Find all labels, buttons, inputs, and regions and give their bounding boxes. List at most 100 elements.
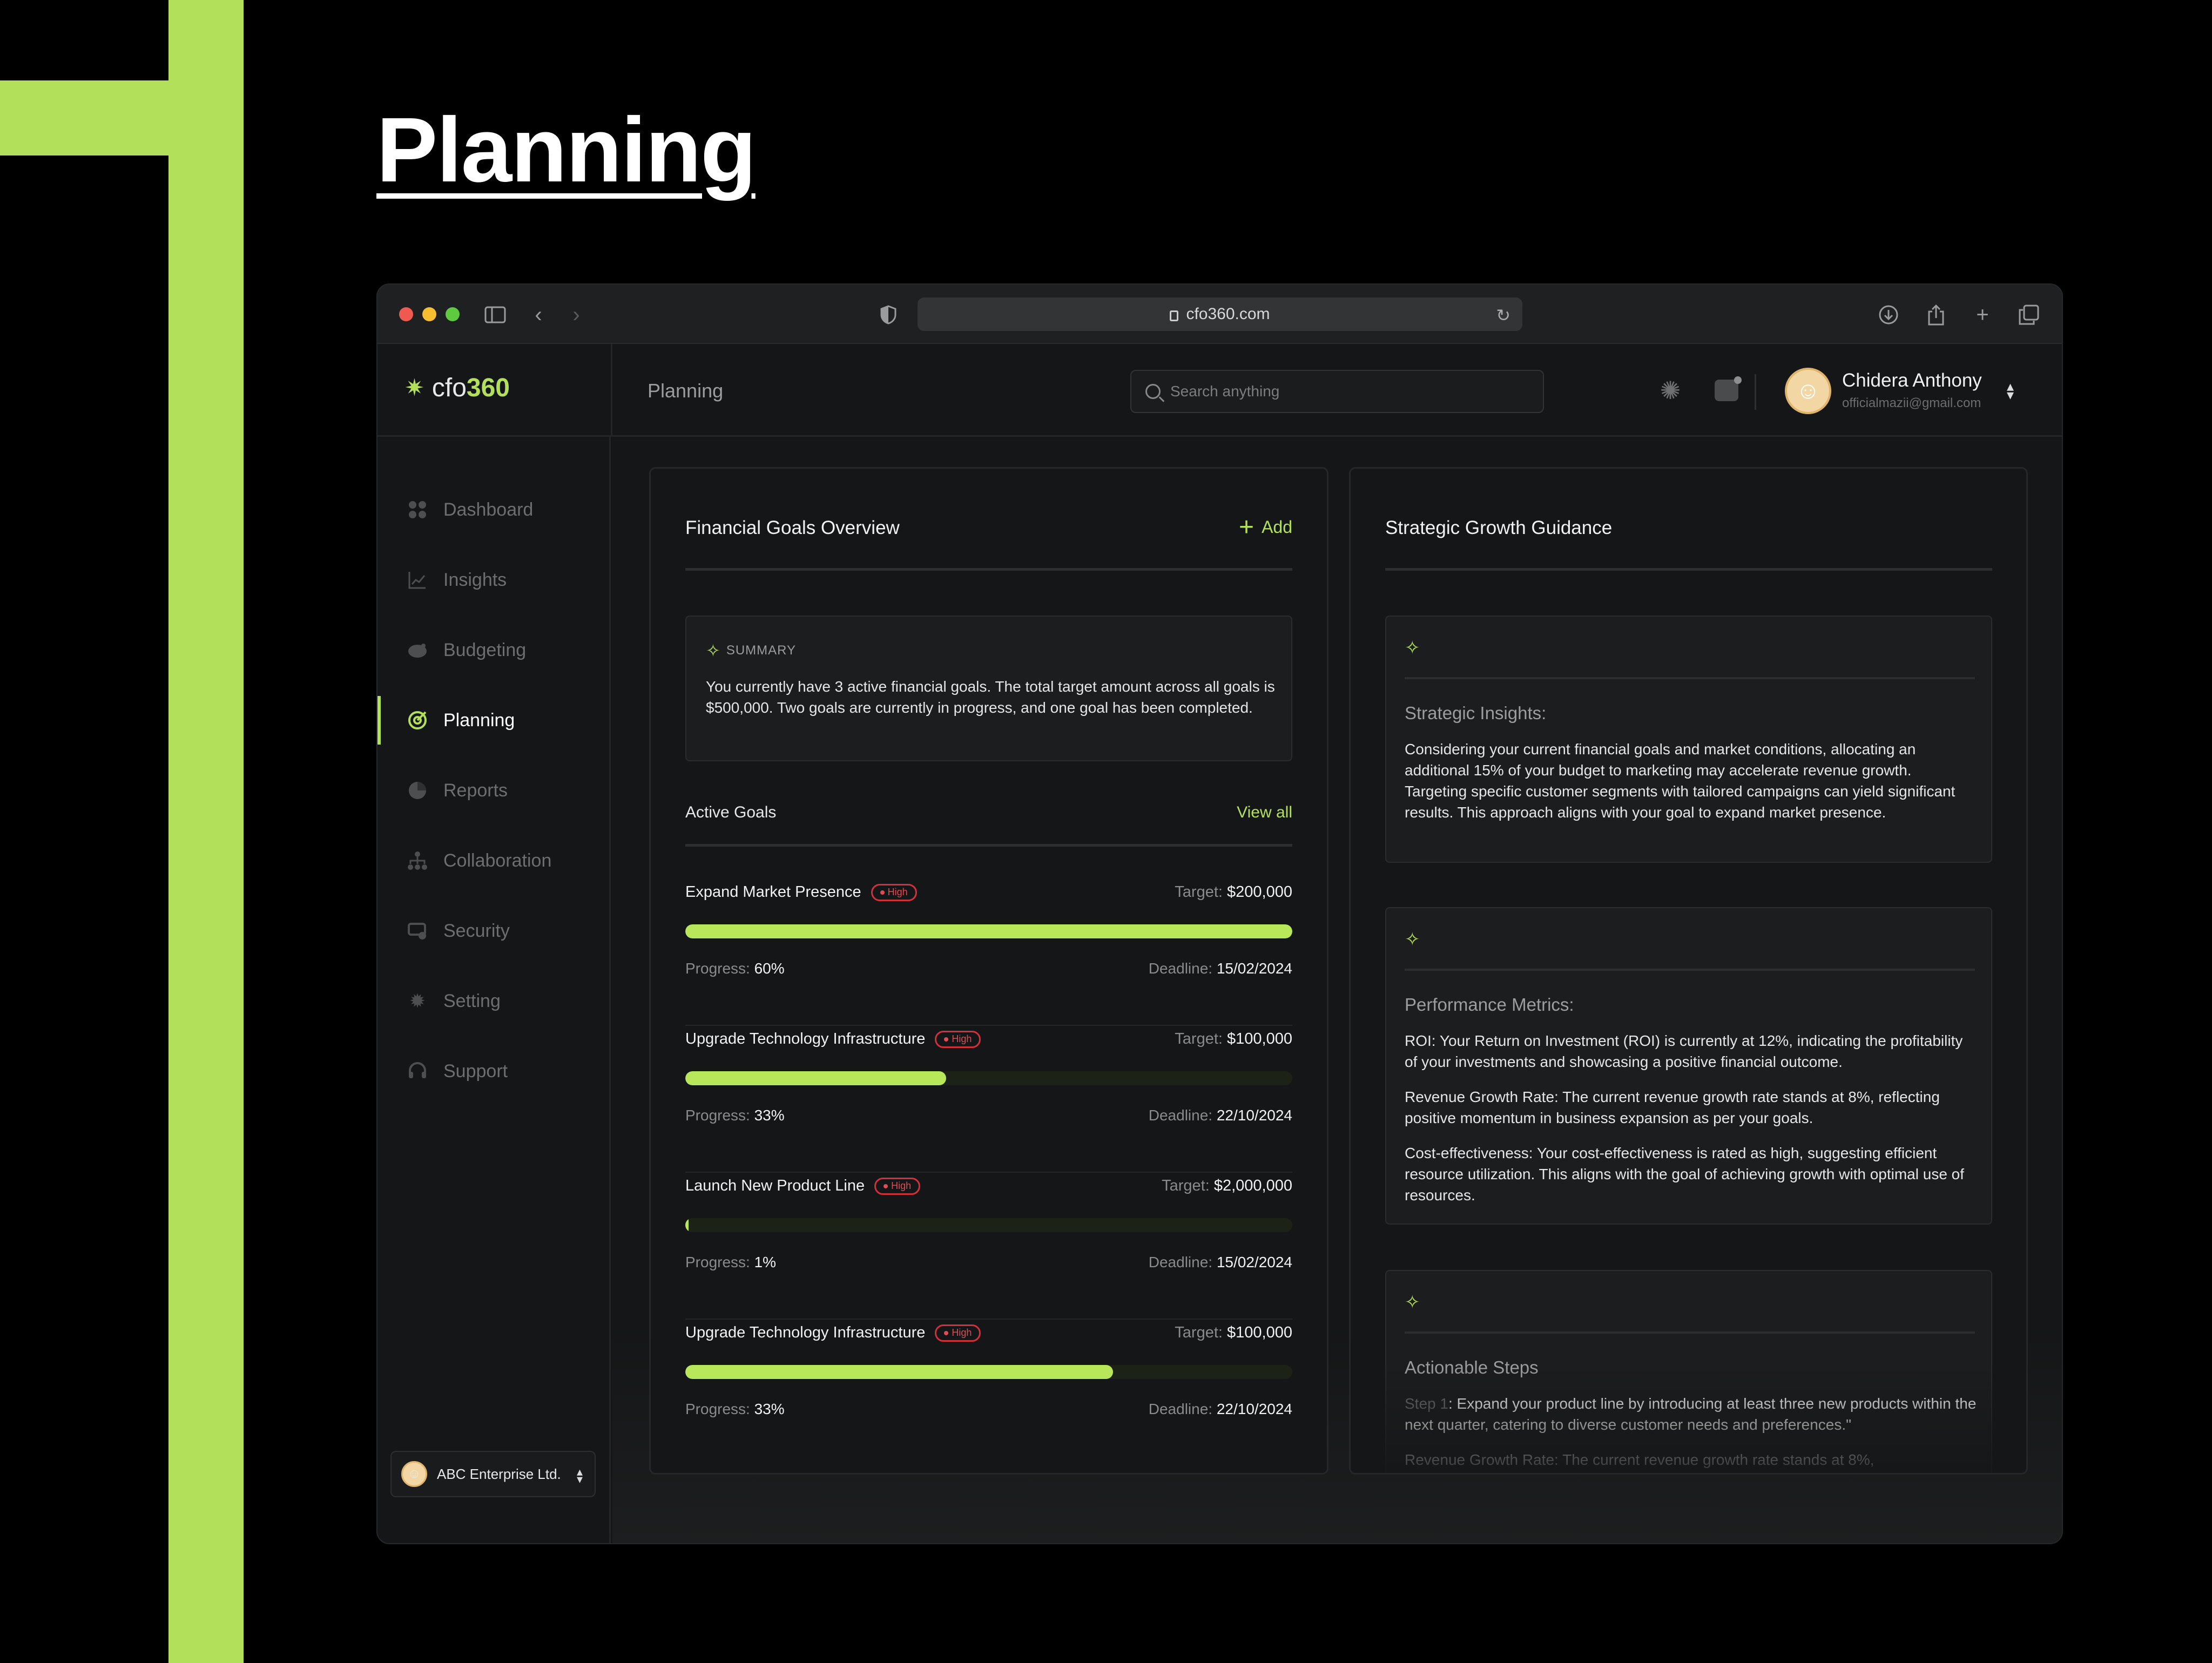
actionable-steps-card: ✧ Actionable Steps Step 1: Expand your p… [1385,1270,1992,1473]
account-menu-caret-icon[interactable]: ▴ ▾ [2007,379,2014,402]
user-email: officialmazii@gmail.com [1842,396,1981,410]
target-value: $100,000 [1227,1030,1292,1047]
goal-target: Target: $100,000 [1175,1030,1292,1048]
progress-label: Progress: [685,960,750,977]
sidebar-item-setting[interactable]: ✹ Setting [377,977,611,1025]
progress-label: Progress: [685,1401,750,1417]
org-avatar: ☺ [401,1461,427,1487]
priority-badge: High [871,883,917,901]
sparkle-icon: ✧ [1405,929,1420,950]
header-divider [611,344,612,437]
goal-name: Upgrade Technology Infrastructure High [685,1030,981,1048]
sidebar-item-label: Setting [443,990,501,1011]
card-body: ROI: Your Return on Investment (ROI) is … [1405,1030,1977,1220]
headset-icon [406,1059,429,1083]
browser-window: ‹ › cfo360.com ↻ + ✷ cfo 360 Planning Se… [376,283,2063,1544]
priority-badge: High [935,1324,981,1342]
minimize-window-button[interactable] [422,307,436,321]
app-logo[interactable]: ✷ cfo 360 [404,373,510,403]
shield-privacy-icon[interactable] [873,300,903,330]
organization-switcher[interactable]: ☺ ABC Enterprise Ltd. ▴ ▾ [390,1451,596,1497]
logo-prefix: cfo [431,374,467,402]
progress-label: Progress: [685,1254,750,1270]
hero-title: Planning [376,99,757,201]
goal-item[interactable]: Upgrade Technology Infrastructure High Tar… [685,1026,1292,1173]
address-bar[interactable]: cfo360.com ↻ [918,298,1522,331]
card-body: Considering your current financial goals… [1405,739,1977,837]
priority-badge: High [935,1030,981,1048]
chevron-updown-icon: ▴ ▾ [576,1465,583,1486]
sidebar-item-reports[interactable]: Reports [377,766,611,815]
user-name: Chidera Anthony [1842,370,1982,391]
progress-bar [685,1218,1292,1232]
shield-icon [406,919,429,943]
pie-icon [406,779,429,802]
divider [685,844,1292,847]
messages-icon[interactable] [1711,375,1742,405]
tabs-overview-icon[interactable] [2014,300,2044,330]
goal-item[interactable]: Expand Market Presence High Target: $200,0… [685,879,1292,1026]
search-input[interactable]: Search anything [1130,370,1544,413]
sidebar-item-label: Security [443,920,510,941]
avatar[interactable]: ☺ [1785,368,1831,414]
step-text: : Expand your product line by introducin… [1405,1395,1977,1433]
sidebar-item-dashboard[interactable]: Dashboard [377,485,611,534]
maximize-window-button[interactable] [446,307,460,321]
divider [1405,969,1975,971]
summary-card: ✧ SUMMARY You currently have 3 active fi… [685,616,1292,761]
back-icon[interactable]: ‹ [523,300,554,330]
progress-value: 33% [754,1401,785,1417]
target-value: $100,000 [1227,1324,1292,1341]
goal-progress: Progress: 33% [685,1107,785,1124]
share-icon[interactable] [1921,300,1951,330]
sidebar-item-label: Budgeting [443,639,527,660]
target-value: $2,000,000 [1213,1177,1292,1194]
sidebar-item-security[interactable]: Security [377,907,611,955]
sidebar-item-label: Collaboration [443,850,552,871]
deadline-label: Deadline: [1148,1107,1213,1124]
target-label: Target: [1175,883,1223,901]
sparkle-icon: ✧ [1405,1292,1420,1313]
sidebar-item-label: Planning [443,709,515,731]
goal-item[interactable]: Upgrade Technology Infrastructure High Tar… [685,1320,1292,1466]
new-tab-icon[interactable]: + [1967,300,1998,330]
goal-name: Expand Market Presence High [685,883,917,901]
sidebar-item-label: Insights [443,569,507,590]
logo-number: 360 [466,374,510,402]
card-title: Strategic Insights: [1405,703,1547,723]
add-goal-button[interactable]: + Add [1239,514,1292,540]
sidebar-toggle-icon[interactable] [480,300,510,330]
card-body: Step 1: Expand your product line by intr… [1405,1393,1977,1473]
sidebar-item-support[interactable]: Support [377,1047,611,1096]
goal-title: Launch New Product Line [685,1177,865,1194]
sparkle-icon: ✧ [1405,638,1420,658]
panel-title: Strategic Growth Guidance [1385,517,1613,538]
forward-icon[interactable]: › [561,300,591,330]
wallet-icon [406,638,429,662]
goal-item[interactable]: Launch New Product Line High Target: $2,00… [685,1173,1292,1320]
sidebar-item-planning[interactable]: Planning [377,696,611,745]
goal-title: Upgrade Technology Infrastructure [685,1030,926,1047]
step-paragraph: Step 1: Expand your product line by intr… [1405,1393,1977,1435]
goal-deadline: Deadline: 15/02/2024 [1149,1254,1292,1271]
view-all-link[interactable]: View all [1237,803,1292,822]
progress-label: Progress: [685,1107,750,1124]
goal-target: Target: $100,000 [1175,1324,1292,1342]
divider [1405,1331,1975,1334]
progress-value: 60% [754,960,785,977]
progress-bar [685,924,1292,938]
card-paragraph: Revenue Growth Rate: The current revenue… [1405,1451,1874,1468]
download-icon[interactable] [1873,300,1904,330]
deadline-value: 15/02/2024 [1216,960,1292,977]
header-separator [1755,374,1756,410]
reload-icon[interactable]: ↻ [1496,305,1510,326]
sidebar-item-budgeting[interactable]: Budgeting [377,626,611,674]
url-text: cfo360.com [1186,305,1270,323]
target-icon [406,708,429,732]
close-window-button[interactable] [399,307,413,321]
sidebar-item-insights[interactable]: Insights [377,556,611,604]
theme-sun-icon[interactable]: ✺ [1655,375,1685,405]
strategic-insights-card: ✧ Strategic Insights: Considering your c… [1385,616,1992,863]
search-placeholder: Search anything [1170,383,1280,400]
sidebar-item-collaboration[interactable]: Collaboration [377,836,611,885]
